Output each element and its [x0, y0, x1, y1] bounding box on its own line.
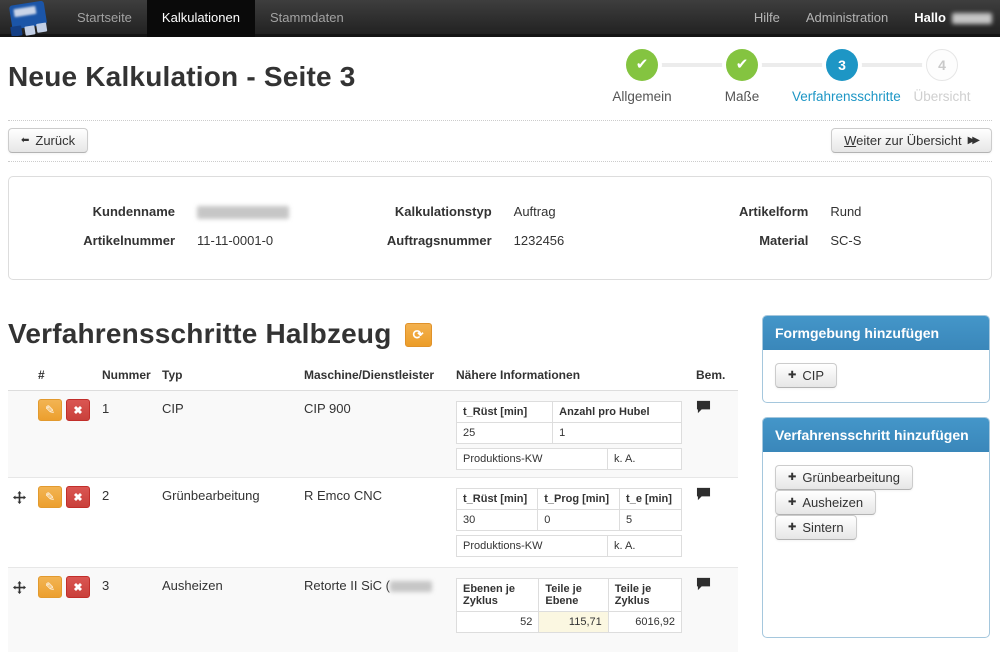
field-value: 11-11-0001-0	[197, 233, 273, 248]
field-label: Artikelform	[658, 204, 808, 219]
plus-icon: ✚	[788, 523, 796, 533]
section-title: Verfahrensschritte Halbzeug	[8, 318, 392, 350]
row-maschine: R Emco CNC	[304, 478, 456, 567]
refresh-button[interactable]: ⟳	[405, 323, 432, 347]
check-icon: ✔	[736, 56, 749, 73]
col-header-typ: Typ	[162, 368, 304, 382]
table-row: ✎ ✖ 1 CIP CIP 900 t_Rüst [min] Anzahl pro…	[8, 391, 738, 478]
verfahrensschritt-panel: Verfahrensschritt hinzufügen ✚ Grünbearb…	[762, 417, 990, 638]
plus-icon: ✚	[788, 498, 796, 508]
delete-x-icon: ✖	[73, 582, 82, 594]
nav-item-hilfe[interactable]: Hilfe	[741, 0, 793, 37]
table-row: ✎ ✖ 2 Grünbearbeitung R Emco CNC t_Rüst […	[8, 478, 738, 568]
forward-arrows-icon: ▶▶	[968, 136, 977, 146]
user-greeting: Hallo	[901, 10, 952, 25]
wizard-step-verfahrensschritte: 3 Verfahrensschritte	[792, 49, 892, 104]
col-header-hash: #	[38, 368, 102, 382]
wizard-step-masse[interactable]: ✔ Maße	[692, 49, 792, 104]
edit-button[interactable]: ✎	[38, 486, 62, 508]
row-typ: Ausheizen	[162, 568, 304, 652]
formgebung-panel: Formgebung hinzufügen ✚ CIP	[762, 315, 990, 403]
next-button[interactable]: Weiter zur Übersicht ▶▶	[831, 128, 992, 153]
col-header-maschine: Maschine/Dienstleister	[304, 368, 456, 382]
move-handle-icon[interactable]	[13, 581, 26, 597]
page-title: Neue Kalkulation - Seite 3	[8, 61, 356, 104]
redacted-kundenname	[197, 206, 289, 219]
add-gruenbearbeitung-button[interactable]: ✚ Grünbearbeitung	[775, 465, 913, 490]
wizard-step-uebersicht: 4 Übersicht	[892, 49, 992, 104]
field-label: Kalkulationstyp	[342, 204, 492, 219]
row-typ: CIP	[162, 391, 304, 477]
edit-button[interactable]: ✎	[38, 399, 62, 421]
table-header-row: # Nummer Typ Maschine/Dienstleister Nähe…	[8, 362, 738, 391]
wizard-step-number: 3	[826, 49, 858, 81]
check-icon: ✔	[636, 56, 649, 73]
row-nummer: 1	[102, 391, 162, 477]
move-handle-icon[interactable]	[13, 491, 26, 507]
row-info-table: t_Rüst [min] Anzahl pro Hubel 25 1	[456, 401, 682, 444]
panel-title: Verfahrensschritt hinzufügen	[763, 418, 989, 452]
add-cip-button[interactable]: ✚ CIP	[775, 363, 837, 388]
add-sintern-button[interactable]: ✚ Sintern	[775, 515, 857, 540]
row-maschine: CIP 900	[304, 391, 456, 477]
delete-button[interactable]: ✖	[66, 486, 90, 508]
nav-item-stammdaten[interactable]: Stammdaten	[255, 0, 359, 37]
calculation-info-panel: Kundenname Artikelnummer 11-11-0001-0 Ka…	[8, 176, 992, 280]
redacted-maschine	[390, 581, 432, 592]
wizard-step-number: 4	[926, 49, 958, 81]
logo-icon	[6, 1, 52, 36]
nav-item-administration[interactable]: Administration	[793, 0, 901, 37]
row-typ: Grünbearbeitung	[162, 478, 304, 567]
row-nummer: 3	[102, 568, 162, 652]
edit-button[interactable]: ✎	[38, 576, 62, 598]
top-navbar: StartseiteKalkulationenStammdaten HilfeA…	[0, 0, 1000, 37]
edit-pencil-icon: ✎	[45, 490, 55, 504]
row-maschine: Retorte II SiC (	[304, 568, 456, 652]
col-header-nummer: Nummer	[102, 368, 162, 382]
field-value: Auftrag	[514, 204, 556, 219]
field-label: Material	[658, 233, 808, 248]
row-kw-table: Produktions-KW k. A.	[456, 535, 682, 557]
delete-button[interactable]: ✖	[66, 576, 90, 598]
comment-icon[interactable]	[696, 577, 711, 594]
wizard-step-allgemein[interactable]: ✔ Allgemein	[592, 49, 692, 104]
nav-item-startseite[interactable]: Startseite	[62, 0, 147, 37]
plus-icon: ✚	[788, 473, 796, 483]
back-button[interactable]: ⬅ Zurück	[8, 128, 88, 153]
plus-icon: ✚	[788, 371, 796, 381]
verfahrensschritte-table: # Nummer Typ Maschine/Dienstleister Nähe…	[8, 362, 738, 652]
wizard-steps: ✔ Allgemein ✔ Maße 3 Verfahrensschritte …	[592, 49, 992, 104]
delete-x-icon: ✖	[73, 492, 82, 504]
refresh-icon: ⟳	[413, 327, 424, 342]
field-value: Rund	[830, 204, 861, 219]
field-label: Kundenname	[25, 204, 175, 219]
field-label: Artikelnummer	[25, 233, 175, 248]
field-label: Auftragsnummer	[342, 233, 492, 248]
add-ausheizen-button[interactable]: ✚ Ausheizen	[775, 490, 876, 515]
row-nummer: 2	[102, 478, 162, 567]
edit-pencil-icon: ✎	[45, 580, 55, 594]
col-header-bem: Bem.	[696, 368, 738, 382]
field-value: SC-S	[830, 233, 861, 248]
delete-button[interactable]: ✖	[66, 399, 90, 421]
table-row: ✎ ✖ 3 Ausheizen Retorte II SiC ( Ebenen j…	[8, 568, 738, 652]
delete-x-icon: ✖	[73, 405, 82, 417]
nav-item-kalkulationen[interactable]: Kalkulationen	[147, 0, 255, 37]
edit-pencil-icon: ✎	[45, 403, 55, 417]
wizard-toolbar: ⬅ Zurück Weiter zur Übersicht ▶▶	[8, 120, 992, 162]
comment-icon[interactable]	[696, 400, 711, 417]
col-header-info: Nähere Informationen	[456, 368, 696, 382]
add-panels-column: Formgebung hinzufügen ✚ CIP Verfahrenssc…	[762, 315, 990, 652]
panel-title: Formgebung hinzufügen	[763, 316, 989, 350]
row-info-table: Ebenen je Zyklus Teile je Ebene Teile je…	[456, 578, 682, 633]
field-value: 1232456	[514, 233, 565, 248]
comment-icon[interactable]	[696, 487, 711, 504]
row-info-table: t_Rüst [min] t_Prog [min] t_e [min] 30 0…	[456, 488, 682, 531]
redacted-username	[952, 13, 992, 24]
back-arrow-icon: ⬅	[21, 136, 29, 146]
app-logo[interactable]	[6, 1, 52, 39]
row-kw-table: Produktions-KW k. A.	[456, 448, 682, 470]
